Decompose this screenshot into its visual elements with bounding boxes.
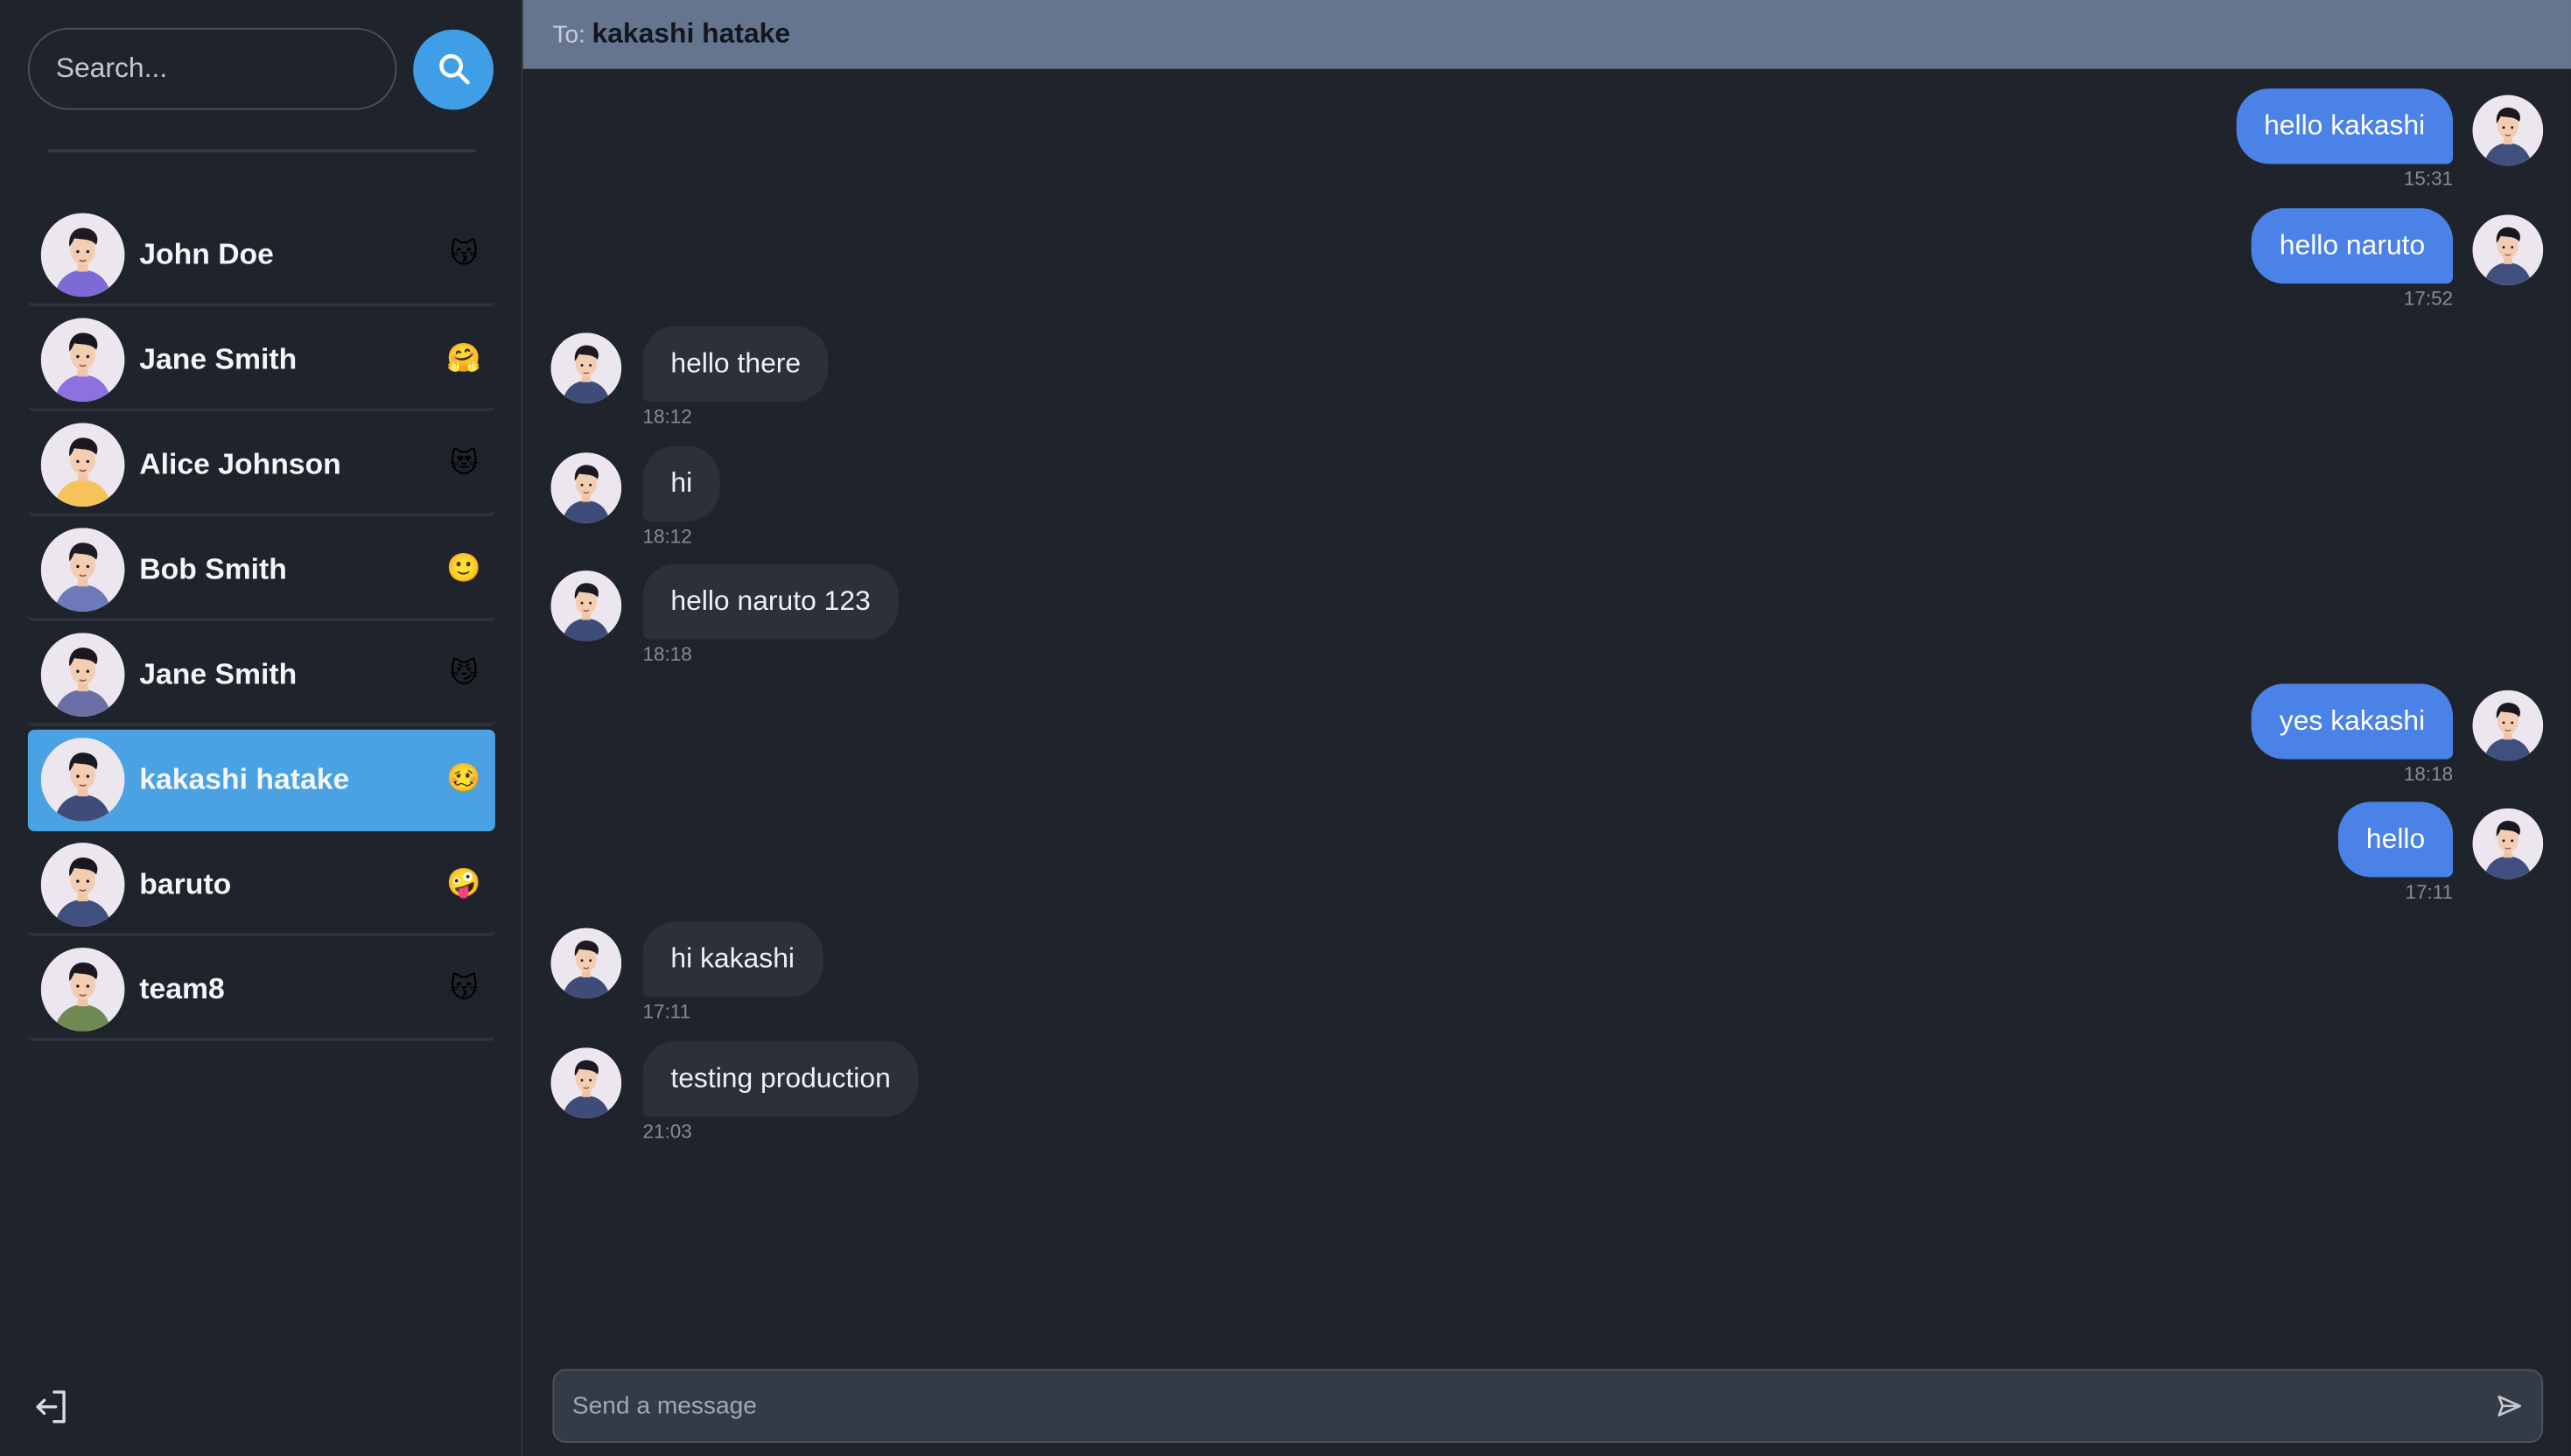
message-bubble: hello kakashi (2236, 88, 2454, 164)
message-bubble: hello there (642, 326, 829, 402)
contact-emoji-icon: 🤪 (446, 867, 482, 899)
to-label: To: (552, 20, 585, 49)
contact-emoji-icon: 🤗 (446, 342, 482, 374)
contact-item[interactable]: Bob Smith 🙂 (27, 520, 495, 622)
message-bubble: yes kakashi (2251, 683, 2454, 760)
contact-emoji-icon: 🙂 (446, 552, 482, 584)
message-bubble: hi (642, 445, 721, 522)
message-timestamp: 17:11 (2405, 880, 2454, 904)
message-composer (552, 1368, 2544, 1444)
outgoing-message: yes kakashi 18:18 (2251, 683, 2544, 786)
message-bubble: hello naruto (2251, 207, 2454, 284)
avatar (2472, 808, 2544, 879)
contact-emoji-icon: 😻 (449, 447, 479, 480)
contact-item[interactable]: baruto 🤪 (27, 835, 495, 936)
contact-item[interactable]: team8 😽 (27, 940, 495, 1041)
outgoing-message: hello naruto 17:52 (2251, 207, 2544, 311)
logout-icon[interactable] (32, 1387, 71, 1426)
avatar (550, 1047, 622, 1118)
contact-name: Jane Smith (139, 341, 298, 375)
incoming-message: hi 18:12 (550, 445, 721, 548)
avatar (40, 947, 125, 1031)
sidebar: John Doe 😽 Jane Smith 🤗 Alice Johnson 😻 Bob… (0, 0, 523, 1456)
avatar (40, 632, 125, 716)
message-list: hello kakashi 15:31 hello naruto 17:52 hel… (523, 69, 2571, 1358)
message-timestamp: 15:31 (2403, 167, 2454, 191)
message-timestamp: 17:52 (2403, 286, 2454, 311)
message-bubble: hello (2338, 802, 2454, 878)
sidebar-divider (47, 149, 476, 153)
contact-emoji-icon: 😼 (449, 657, 479, 690)
send-button[interactable] (2476, 1373, 2541, 1438)
message-timestamp: 18:18 (2403, 762, 2454, 786)
avatar (550, 928, 622, 999)
message-timestamp: 18:18 (642, 642, 692, 666)
contact-name: John Doe (139, 236, 274, 270)
incoming-message: testing production 21:03 (550, 1040, 919, 1144)
search-input[interactable] (27, 27, 397, 110)
avatar (40, 212, 125, 297)
contact-name: Jane Smith (139, 656, 298, 690)
contact-name: team8 (139, 971, 225, 1004)
avatar (40, 527, 125, 612)
avatar (40, 842, 125, 926)
message-input[interactable] (554, 1370, 2476, 1442)
avatar (2472, 690, 2544, 761)
contact-emoji-icon: 😽 (449, 972, 479, 1004)
message-bubble: hi kakashi (642, 921, 823, 998)
contact-name: Alice Johnson (139, 446, 341, 480)
message-bubble: testing production (642, 1040, 919, 1117)
incoming-message: hi kakashi 17:11 (550, 921, 823, 1024)
avatar (2472, 214, 2544, 286)
message-timestamp: 18:12 (642, 404, 692, 429)
chat-app: John Doe 😽 Jane Smith 🤗 Alice Johnson 😻 Bob… (0, 0, 2571, 1456)
search-button[interactable] (413, 28, 494, 109)
contact-name: Bob Smith (139, 551, 287, 585)
avatar (40, 422, 125, 507)
search-icon (438, 53, 469, 85)
avatar (40, 737, 125, 821)
contact-item[interactable]: Jane Smith 😼 (27, 625, 495, 727)
contact-list: John Doe 😽 Jane Smith 🤗 Alice Johnson 😻 Bob… (27, 205, 495, 1044)
contact-name: kakashi hatake (139, 761, 350, 794)
contact-emoji-icon: 😽 (449, 237, 479, 270)
avatar (550, 570, 622, 641)
contact-item[interactable]: Alice Johnson 😻 (27, 415, 495, 517)
message-timestamp: 18:12 (642, 524, 692, 548)
outgoing-message: hello kakashi 15:31 (2236, 88, 2544, 191)
contact-name: baruto (139, 866, 232, 900)
avatar (2472, 94, 2544, 166)
avatar (550, 452, 622, 523)
conversation-panel: To: kakashi hatake hello kakashi 15:31 he… (522, 0, 2571, 1456)
contact-emoji-icon: 🥴 (446, 762, 482, 794)
avatar (40, 317, 125, 402)
contact-item[interactable]: Jane Smith 🤗 (27, 310, 495, 412)
message-timestamp: 21:03 (642, 1119, 692, 1144)
conversation-header: To: kakashi hatake (522, 0, 2571, 69)
avatar (550, 332, 622, 403)
outgoing-message: hello 17:11 (2338, 802, 2544, 904)
message-bubble: hello naruto 123 (642, 564, 899, 640)
contact-item[interactable]: kakashi hatake 🥴 (27, 729, 495, 832)
message-timestamp: 17:11 (642, 1000, 691, 1024)
search-bar (27, 27, 494, 110)
recipient-name: kakashi hatake (592, 18, 791, 50)
incoming-message: hello naruto 123 18:18 (550, 564, 899, 666)
send-icon (2497, 1395, 2521, 1417)
contact-item[interactable]: John Doe 😽 (27, 205, 495, 307)
incoming-message: hello there 18:12 (550, 326, 829, 429)
